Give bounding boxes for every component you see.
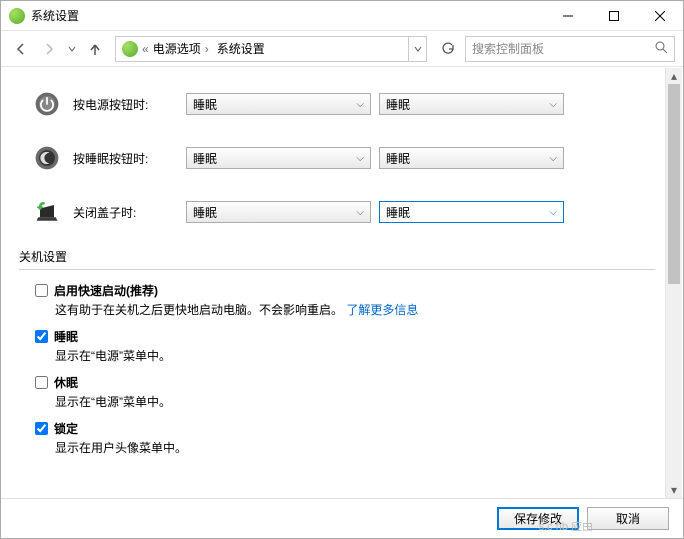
chevron-right-icon: ›	[205, 42, 209, 56]
power-button-plugged-select[interactable]: 睡眠⌵	[379, 93, 564, 115]
refresh-button[interactable]	[435, 36, 461, 62]
scroll-up-icon[interactable]: ▴	[666, 68, 682, 84]
maximize-button[interactable]	[591, 1, 637, 31]
moon-icon	[29, 140, 65, 176]
row-label: 按睡眠按钮时:	[73, 150, 178, 167]
checkbox-icon[interactable]	[35, 284, 48, 297]
option-desc: 显示在“电源”菜单中。	[55, 347, 655, 364]
section-title: 关机设置	[19, 248, 655, 265]
chevron-down-icon: ⌵	[356, 207, 364, 218]
close-lid-plugged-select[interactable]: 睡眠⌵	[379, 201, 564, 223]
app-icon	[9, 8, 25, 24]
power-button-row: 按电源按钮时: 睡眠⌵ 睡眠⌵	[29, 86, 655, 122]
fast-startup-checkbox[interactable]: 启用快速启动(推荐)	[35, 282, 655, 299]
titlebar: 系统设置	[1, 1, 683, 31]
cancel-button[interactable]: 取消	[587, 507, 669, 530]
navbar: « 电源选项› 系统设置	[1, 31, 683, 67]
learn-more-link[interactable]: 了解更多信息	[346, 303, 418, 317]
shutdown-section: 关机设置 启用快速启动(推荐) 这有助于在关机之后更快地启动电脑。不会影响重启。…	[19, 248, 655, 456]
recent-button[interactable]	[65, 37, 79, 61]
content-area: 按电源按钮时: 睡眠⌵ 睡眠⌵ 按睡眠按钮时: 睡眠⌵ 睡眠⌵ 关闭盖子时: 睡…	[1, 68, 683, 498]
option-desc: 显示在“电源”菜单中。	[55, 393, 655, 410]
breadcrumb[interactable]: « 电源选项› 系统设置	[115, 36, 427, 62]
scroll-thumb[interactable]	[668, 84, 680, 284]
checkbox-icon[interactable]	[35, 330, 48, 343]
footer: 保存修改 取消	[1, 498, 683, 538]
option-desc: 这有助于在关机之后更快地启动电脑。不会影响重启。 了解更多信息	[55, 301, 655, 318]
scrollbar[interactable]: ▴ ▾	[665, 68, 682, 498]
row-label: 关闭盖子时:	[73, 204, 178, 221]
hibernate-option: 休眠 显示在“电源”菜单中。	[35, 374, 655, 410]
laptop-lid-icon	[29, 194, 65, 230]
chevron-down-icon: ⌵	[356, 153, 364, 164]
chevron-down-icon: ⌵	[549, 207, 557, 218]
section-divider	[19, 269, 655, 270]
sleep-button-row: 按睡眠按钮时: 睡眠⌵ 睡眠⌵	[29, 140, 655, 176]
close-lid-row: 关闭盖子时: 睡眠⌵ 睡眠⌵	[29, 194, 655, 230]
window-title: 系统设置	[31, 7, 545, 24]
fast-startup-option: 启用快速启动(推荐) 这有助于在关机之后更快地启动电脑。不会影响重启。 了解更多…	[35, 282, 655, 318]
sleep-button-plugged-select[interactable]: 睡眠⌵	[379, 147, 564, 169]
close-button[interactable]	[637, 1, 683, 31]
checkbox-icon[interactable]	[35, 422, 48, 435]
checkbox-icon[interactable]	[35, 376, 48, 389]
hibernate-checkbox[interactable]: 休眠	[35, 374, 655, 391]
search-icon[interactable]	[655, 41, 668, 57]
breadcrumb-icon	[122, 41, 138, 57]
lock-option: 锁定 显示在用户头像菜单中。	[35, 420, 655, 456]
search-input[interactable]	[465, 36, 675, 62]
back-button[interactable]	[9, 37, 33, 61]
sleep-button-battery-select[interactable]: 睡眠⌵	[186, 147, 371, 169]
up-button[interactable]	[83, 37, 107, 61]
sleep-checkbox[interactable]: 睡眠	[35, 328, 655, 345]
breadcrumb-item[interactable]: 系统设置	[213, 40, 269, 57]
breadcrumb-dropdown[interactable]	[408, 37, 426, 61]
row-label: 按电源按钮时:	[73, 96, 178, 113]
close-lid-battery-select[interactable]: 睡眠⌵	[186, 201, 371, 223]
breadcrumb-root-sep: «	[142, 42, 149, 56]
chevron-down-icon: ⌵	[356, 99, 364, 110]
minimize-button[interactable]	[545, 1, 591, 31]
forward-button[interactable]	[37, 37, 61, 61]
lock-checkbox[interactable]: 锁定	[35, 420, 655, 437]
option-desc: 显示在用户头像菜单中。	[55, 439, 655, 456]
breadcrumb-item[interactable]: 电源选项›	[149, 40, 213, 57]
power-button-battery-select[interactable]: 睡眠⌵	[186, 93, 371, 115]
chevron-down-icon: ⌵	[549, 99, 557, 110]
sleep-option: 睡眠 显示在“电源”菜单中。	[35, 328, 655, 364]
power-icon	[29, 86, 65, 122]
chevron-down-icon: ⌵	[549, 153, 557, 164]
scroll-down-icon[interactable]: ▾	[666, 482, 682, 498]
save-button[interactable]: 保存修改	[497, 507, 579, 530]
search-field[interactable]	[472, 42, 655, 56]
